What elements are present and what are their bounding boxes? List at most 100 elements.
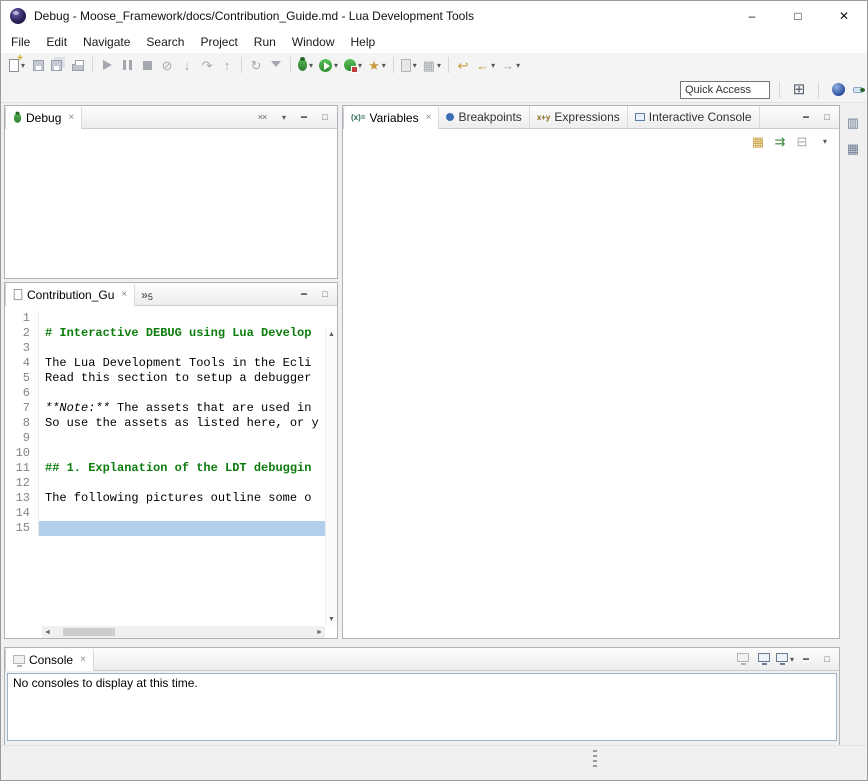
editor-line[interactable]: 4The Lua Development Tools in the Ecli: [5, 356, 325, 371]
tab-contribution-guide[interactable]: Contribution_Gu ×: [5, 283, 135, 306]
minimized-view-button-1[interactable]: ▥: [843, 113, 863, 133]
editor-line[interactable]: 6: [5, 386, 325, 401]
minimize-view-button[interactable]: ▬: [295, 108, 313, 126]
terminate-button[interactable]: [137, 54, 157, 76]
tab-variables[interactable]: (x)= Variables ×: [343, 106, 439, 129]
debug-button[interactable]: ▾: [295, 54, 316, 76]
display-selected-console-button[interactable]: [755, 650, 773, 668]
maximize-view-button[interactable]: □: [818, 108, 836, 126]
editor-line[interactable]: 8So use the assets as listed here, or y: [5, 416, 325, 431]
scrollbar-thumb[interactable]: [63, 628, 115, 636]
window-maximize-button[interactable]: □: [775, 1, 821, 31]
disconnect-button[interactable]: ⊘: [157, 54, 177, 76]
editor-overflow-button[interactable]: »5: [135, 283, 159, 305]
editor-line[interactable]: 3: [5, 341, 325, 356]
tab-console[interactable]: Console ×: [5, 648, 94, 671]
editor-line[interactable]: 13The following pictures outline some o: [5, 491, 325, 506]
menu-edit[interactable]: Edit: [38, 32, 75, 52]
line-text: [39, 431, 325, 446]
console-message: No consoles to display at this time.: [13, 676, 198, 690]
toolbar-extra-button-2[interactable]: ▦ ▾: [420, 54, 444, 76]
editor-line[interactable]: 12: [5, 476, 325, 491]
ldt-perspective-button[interactable]: [828, 79, 848, 101]
view-menu-button[interactable]: ▾: [274, 108, 292, 126]
minimize-view-button[interactable]: ▬: [797, 650, 815, 668]
editor-line-current[interactable]: 15: [5, 521, 325, 536]
editor-line[interactable]: 2# Interactive DEBUG using Lua Develop: [5, 326, 325, 341]
minimize-view-button[interactable]: ▬: [797, 108, 815, 126]
editor-line[interactable]: 7**Note:** The assets that are used in: [5, 401, 325, 416]
line-text: The following pictures outline some o: [39, 491, 325, 506]
step-filters-button[interactable]: [266, 54, 286, 76]
scroll-down-icon[interactable]: ▼: [326, 616, 337, 623]
debug-perspective-button[interactable]: [853, 87, 863, 93]
show-columns-button[interactable]: ▦: [749, 132, 767, 150]
close-icon[interactable]: ×: [80, 654, 86, 665]
print-button[interactable]: [68, 54, 88, 76]
forward-button[interactable]: → ▾: [498, 54, 523, 76]
console-output[interactable]: No consoles to display at this time.: [7, 673, 837, 741]
last-edit-location-button[interactable]: ↩: [453, 54, 473, 76]
tab-debug[interactable]: Debug ×: [5, 106, 82, 129]
menu-project[interactable]: Project: [192, 32, 245, 52]
window-close-button[interactable]: ✕: [821, 1, 867, 31]
close-icon[interactable]: ×: [68, 112, 74, 123]
view-menu-button[interactable]: ▾: [815, 132, 833, 150]
menu-navigate[interactable]: Navigate: [75, 32, 138, 52]
step-return-button[interactable]: ↑: [217, 54, 237, 76]
scroll-right-icon[interactable]: ►: [314, 629, 325, 636]
open-console-button[interactable]: [734, 650, 752, 668]
resume-button[interactable]: [97, 54, 117, 76]
step-return-icon: ↑: [224, 59, 231, 72]
editor-body[interactable]: 1 2# Interactive DEBUG using Lua Develop…: [5, 306, 337, 638]
editor-line[interactable]: 14: [5, 506, 325, 521]
sash-handle[interactable]: [593, 750, 597, 768]
menu-run[interactable]: Run: [246, 32, 284, 52]
minimized-view-button-2[interactable]: ▦: [843, 139, 863, 159]
tab-expressions[interactable]: x+y Expressions: [530, 106, 628, 128]
open-perspective-button[interactable]: ⊞: [789, 79, 809, 101]
menu-window[interactable]: Window: [284, 32, 343, 52]
tab-breakpoints[interactable]: Breakpoints: [439, 106, 529, 128]
step-over-button[interactable]: ↷: [197, 54, 217, 76]
close-icon[interactable]: ×: [121, 289, 127, 300]
editor-line[interactable]: 11## 1. Explanation of the LDT debuggin: [5, 461, 325, 476]
suspend-button[interactable]: [117, 54, 137, 76]
editor-line[interactable]: 1: [5, 311, 325, 326]
menu-file[interactable]: File: [3, 32, 38, 52]
run-button[interactable]: ▾: [316, 54, 341, 76]
quick-access-input[interactable]: [680, 81, 770, 99]
line-number: 13: [5, 491, 39, 506]
step-into-button[interactable]: ↓: [177, 54, 197, 76]
editor-line[interactable]: 10: [5, 446, 325, 461]
back-button[interactable]: ← ▾: [473, 54, 498, 76]
new-console-button[interactable]: ▾: [776, 650, 794, 668]
scroll-up-icon[interactable]: ▲: [326, 331, 337, 338]
editor-line[interactable]: 9: [5, 431, 325, 446]
scroll-left-icon[interactable]: ◄: [42, 629, 53, 636]
wand-button[interactable]: ★ ▾: [365, 54, 389, 76]
editor-line[interactable]: 5Read this section to setup a debugger: [5, 371, 325, 386]
toolbar-extra-button-1[interactable]: ▾: [398, 54, 420, 76]
save-all-button[interactable]: [48, 54, 68, 76]
remove-terminated-button[interactable]: ××: [253, 108, 271, 126]
restart-button[interactable]: ↻: [246, 54, 266, 76]
close-icon[interactable]: ×: [426, 112, 432, 123]
editor-vertical-scrollbar[interactable]: ▲ ▼: [325, 329, 337, 625]
collapse-all-button[interactable]: ⊟: [793, 132, 811, 150]
external-tools-button[interactable]: ▾: [341, 54, 365, 76]
editor-horizontal-scrollbar[interactable]: ◄ ►: [42, 626, 325, 638]
restart-icon: ↻: [251, 59, 262, 72]
chevron-down-icon: ▾: [413, 61, 417, 70]
save-button[interactable]: [28, 54, 48, 76]
menu-help[interactable]: Help: [343, 32, 384, 52]
menu-search[interactable]: Search: [138, 32, 192, 52]
show-logical-structure-button[interactable]: ⇉: [771, 132, 789, 150]
window-minimize-button[interactable]: –: [729, 1, 775, 31]
maximize-view-button[interactable]: □: [316, 108, 334, 126]
minimize-view-button[interactable]: ▬: [295, 285, 313, 303]
maximize-view-button[interactable]: □: [316, 285, 334, 303]
maximize-view-button[interactable]: □: [818, 650, 836, 668]
tab-interactive-console[interactable]: Interactive Console: [628, 106, 760, 128]
new-wizard-button[interactable]: ▾: [6, 54, 28, 76]
